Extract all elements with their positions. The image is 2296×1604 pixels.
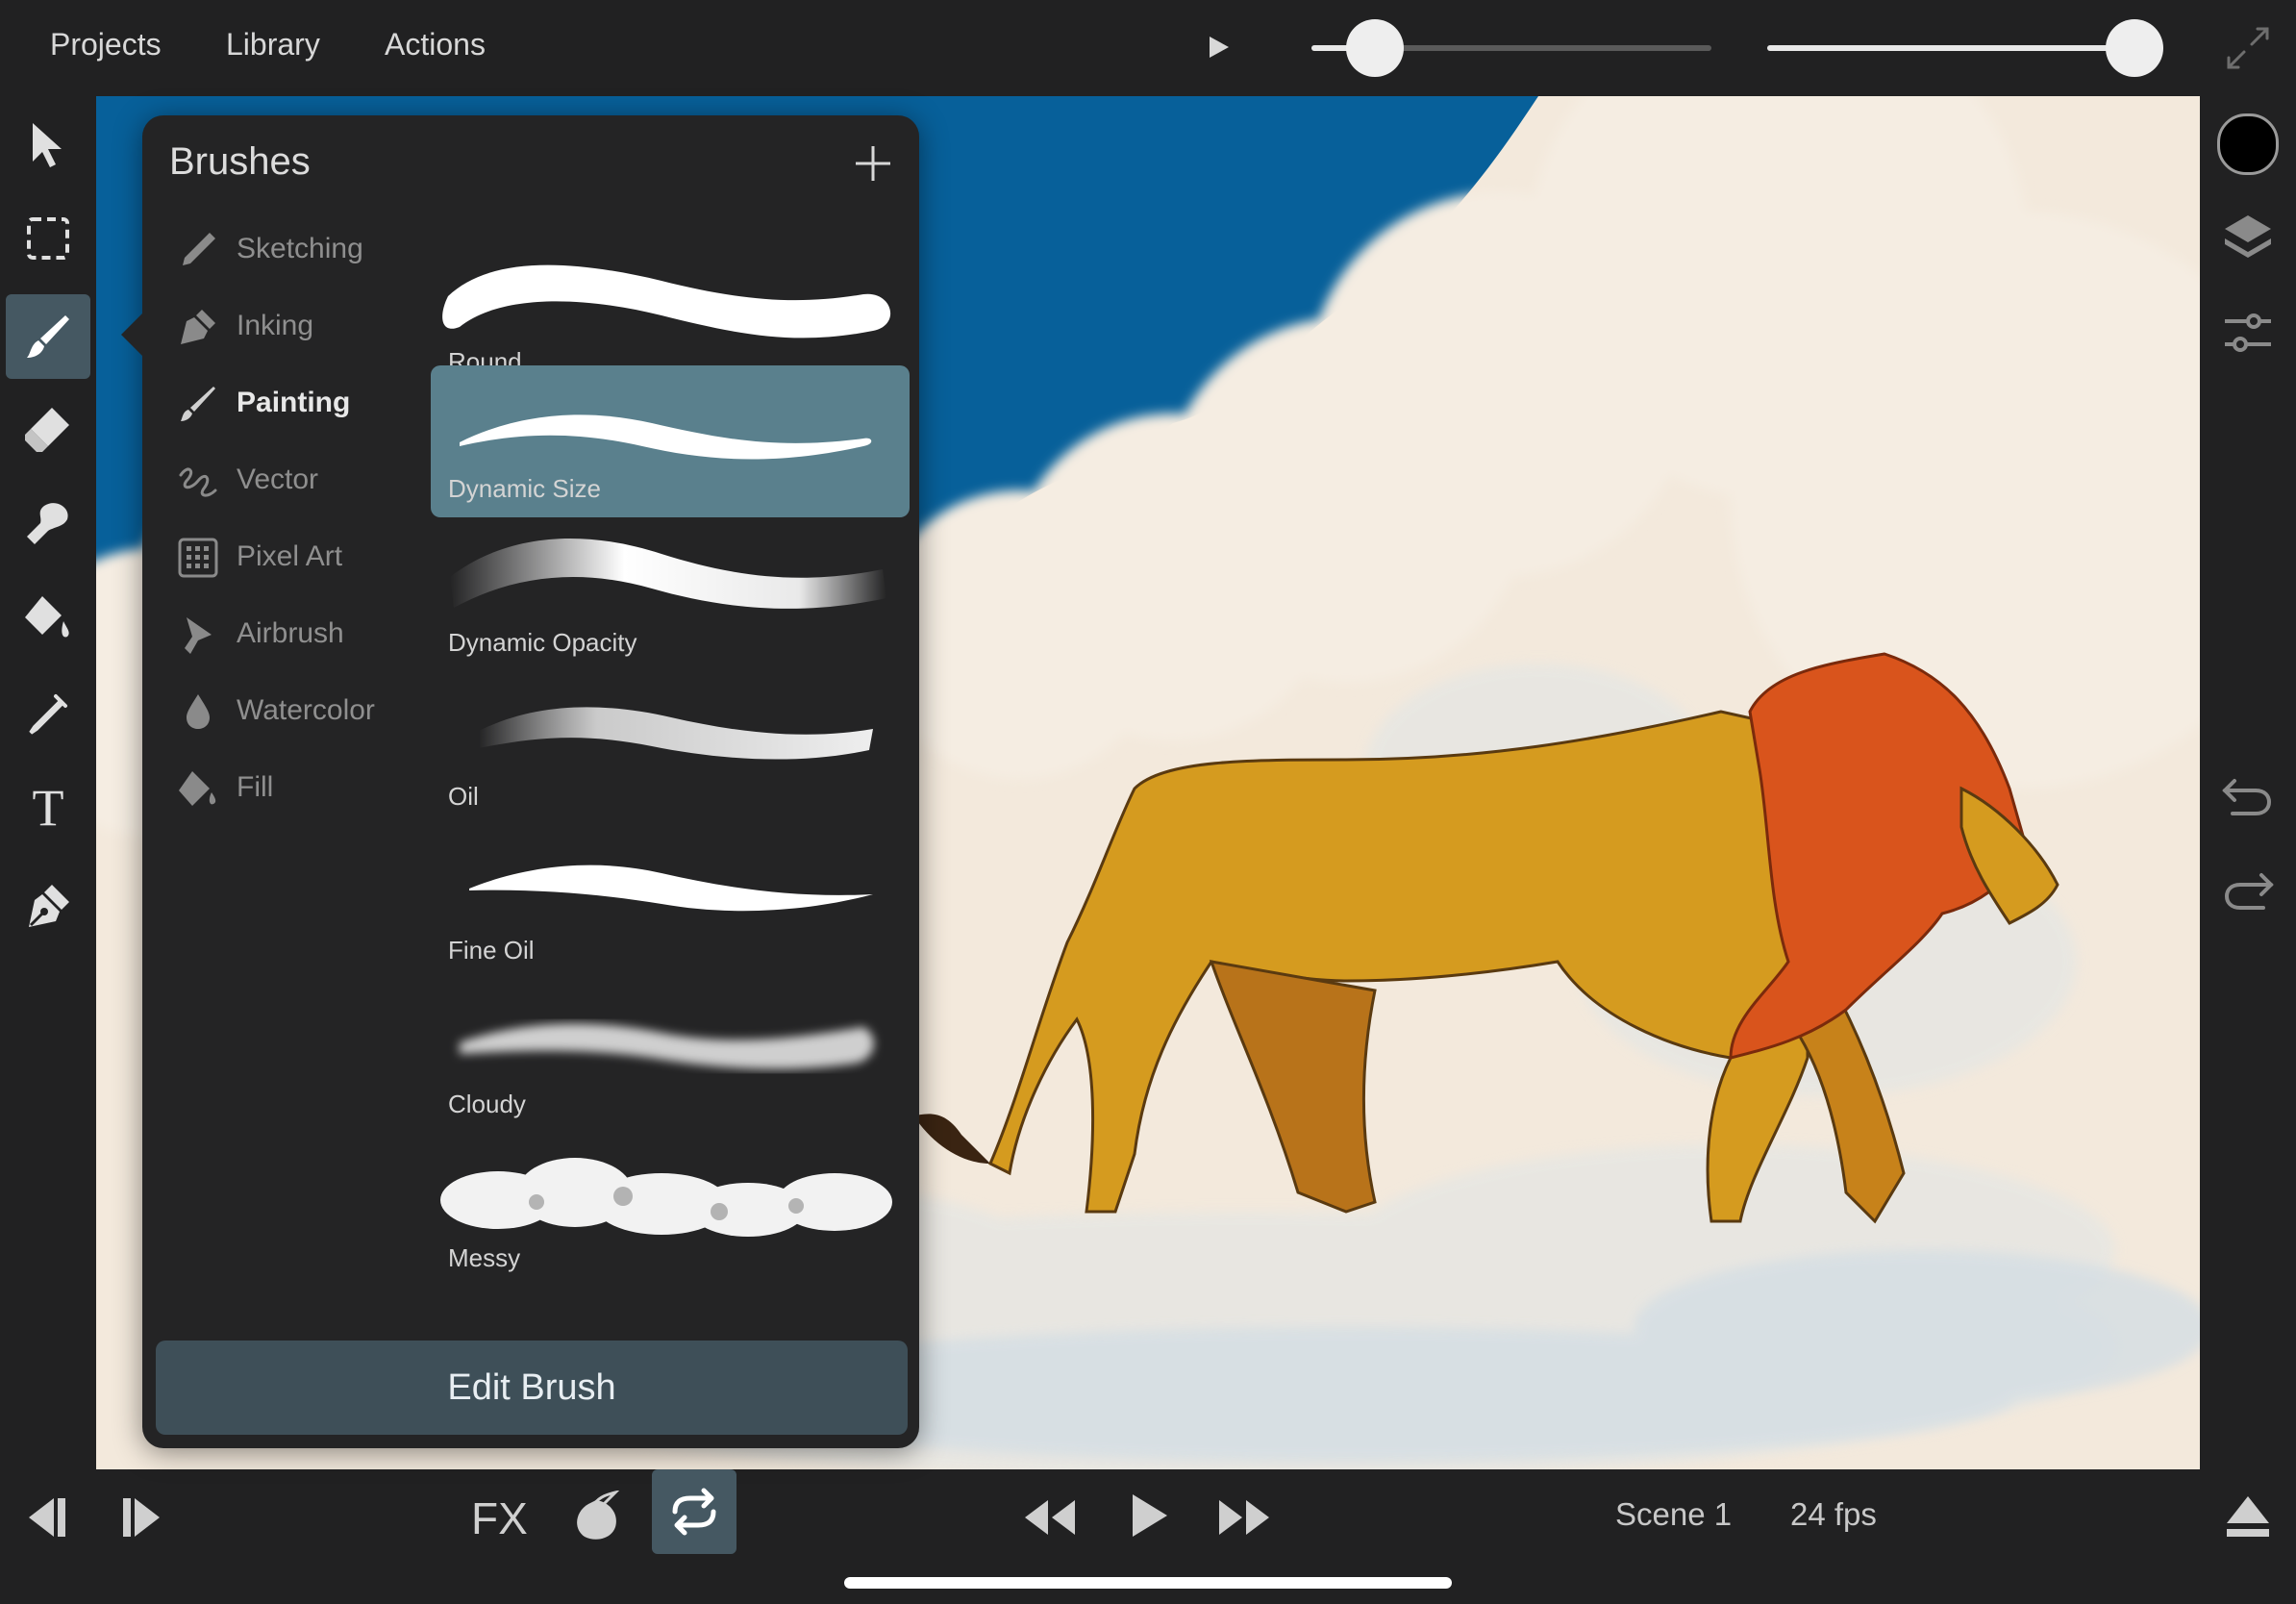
brush-preview-cloudy bbox=[460, 1023, 874, 1069]
brush-label: Dynamic Opacity bbox=[448, 628, 637, 657]
category-label: Watercolor bbox=[237, 694, 375, 726]
brush-fine-oil[interactable]: Fine Oil bbox=[431, 827, 910, 979]
brush-tool-button[interactable] bbox=[6, 294, 90, 379]
svg-text:T: T bbox=[33, 781, 64, 833]
brush-oil[interactable]: Oil bbox=[431, 673, 910, 825]
pixel-grid-icon bbox=[177, 537, 219, 579]
loop-icon bbox=[667, 1485, 721, 1539]
pen-nib-icon bbox=[177, 306, 219, 348]
brush-dynamic-size[interactable]: Dynamic Size bbox=[431, 365, 910, 517]
eject-icon[interactable] bbox=[2223, 1492, 2273, 1542]
brush-preview-dynamic-opacity bbox=[450, 538, 886, 609]
redo-icon[interactable] bbox=[2221, 869, 2275, 912]
brush-label: Messy bbox=[448, 1243, 521, 1272]
airbrush-icon bbox=[177, 614, 219, 656]
brushes-panel: Brushes Sketching Inking Painting Vector… bbox=[121, 115, 919, 1448]
category-airbrush[interactable]: Airbrush bbox=[177, 606, 427, 664]
panel-title: Brushes bbox=[169, 140, 311, 183]
smudge-icon[interactable] bbox=[23, 498, 73, 548]
fill-bucket-icon[interactable] bbox=[23, 592, 73, 642]
scene-label[interactable]: Scene 1 bbox=[1615, 1496, 1732, 1533]
fx-button[interactable]: FX bbox=[471, 1492, 528, 1544]
category-sketching[interactable]: Sketching bbox=[177, 221, 427, 279]
brush-opacity-slider-fill bbox=[1767, 45, 2134, 51]
brush-messy[interactable]: Messy bbox=[431, 1135, 910, 1287]
select-arrow-icon[interactable] bbox=[25, 119, 69, 171]
category-label: Fill bbox=[237, 771, 274, 803]
eraser-icon[interactable] bbox=[23, 404, 73, 454]
loop-button[interactable] bbox=[652, 1469, 736, 1554]
category-inking[interactable]: Inking bbox=[177, 298, 427, 356]
brush-preview-oil bbox=[479, 707, 873, 760]
brush-preview-messy bbox=[440, 1158, 892, 1237]
edit-brush-button[interactable]: Edit Brush bbox=[156, 1341, 908, 1435]
brush-opacity-slider[interactable] bbox=[1767, 19, 2163, 77]
category-label: Inking bbox=[237, 310, 314, 341]
onion-skin-icon[interactable] bbox=[569, 1491, 623, 1544]
brush-label: Cloudy bbox=[448, 1090, 526, 1118]
fps-label[interactable]: 24 fps bbox=[1790, 1496, 1877, 1533]
add-brush-icon[interactable] bbox=[854, 144, 892, 183]
category-label: Sketching bbox=[237, 233, 363, 264]
category-label: Vector bbox=[237, 464, 319, 495]
category-watercolor[interactable]: Watercolor bbox=[177, 683, 427, 740]
brush-tool-icon bbox=[23, 312, 73, 362]
brush-cloudy[interactable]: Cloudy bbox=[431, 981, 910, 1133]
menu-actions[interactable]: Actions bbox=[385, 27, 486, 63]
category-label: Pixel Art bbox=[237, 540, 343, 572]
panel-pointer bbox=[121, 313, 142, 356]
brush-preview-round bbox=[442, 264, 891, 338]
home-indicator bbox=[844, 1577, 1452, 1589]
undo-icon[interactable] bbox=[2221, 775, 2275, 817]
next-frame-icon[interactable] bbox=[119, 1492, 169, 1542]
layers-icon[interactable] bbox=[2221, 212, 2275, 263]
pencil-icon bbox=[177, 229, 219, 271]
brush-opacity-slider-knob[interactable] bbox=[2106, 19, 2163, 77]
paintbrush-icon bbox=[177, 383, 219, 425]
brush-dynamic-opacity[interactable]: Dynamic Opacity bbox=[431, 519, 910, 671]
pen-tool-icon[interactable] bbox=[23, 881, 73, 931]
fullscreen-icon[interactable] bbox=[2223, 23, 2273, 73]
brush-label: Dynamic Size bbox=[448, 474, 601, 503]
text-tool-icon[interactable]: T bbox=[25, 781, 71, 833]
rewind-icon[interactable] bbox=[1021, 1496, 1079, 1539]
previous-frame-icon[interactable] bbox=[19, 1492, 69, 1542]
brush-size-slider[interactable] bbox=[1311, 19, 1711, 77]
vector-squiggle-icon bbox=[177, 460, 219, 502]
brush-preview-dynamic-size bbox=[460, 414, 872, 460]
marquee-select-icon[interactable] bbox=[25, 215, 71, 262]
brush-label: Fine Oil bbox=[448, 936, 535, 965]
menu-projects[interactable]: Projects bbox=[50, 27, 162, 63]
droplet-icon bbox=[177, 690, 219, 733]
top-bar: Projects Library Actions bbox=[0, 0, 2296, 96]
right-toolbar bbox=[2200, 96, 2296, 1469]
category-painting[interactable]: Painting bbox=[177, 375, 427, 433]
brush-size-slider-knob[interactable] bbox=[1346, 19, 1404, 77]
play-icon[interactable] bbox=[1129, 1491, 1171, 1541]
category-pixel-art[interactable]: Pixel Art bbox=[177, 529, 427, 587]
play-preview-icon[interactable] bbox=[1208, 35, 1231, 60]
category-label: Airbrush bbox=[237, 617, 344, 649]
menu-library[interactable]: Library bbox=[226, 27, 320, 63]
bottom-bar: FX Scene 1 24 fps bbox=[0, 1469, 2296, 1604]
eyedropper-icon[interactable] bbox=[23, 689, 73, 739]
brush-label: Oil bbox=[448, 782, 479, 811]
fast-forward-icon[interactable] bbox=[1215, 1496, 1273, 1539]
category-vector[interactable]: Vector bbox=[177, 452, 427, 510]
color-swatch[interactable] bbox=[2217, 113, 2279, 175]
category-label: Painting bbox=[237, 387, 351, 418]
adjustments-icon[interactable] bbox=[2221, 310, 2275, 356]
left-toolbar: T bbox=[0, 96, 96, 1469]
paint-bucket-icon bbox=[177, 767, 219, 810]
brush-preview-fine-oil bbox=[469, 865, 873, 912]
category-fill[interactable]: Fill bbox=[177, 760, 427, 817]
